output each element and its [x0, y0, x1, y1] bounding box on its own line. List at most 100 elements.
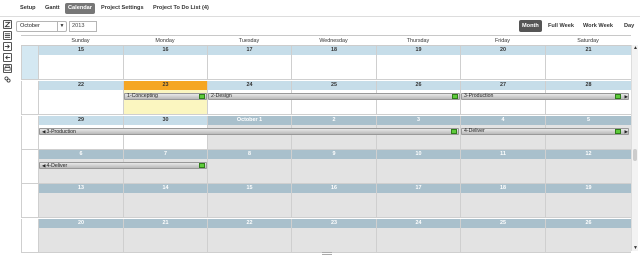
day-number: 2: [292, 116, 376, 125]
day-body[interactable]: [292, 159, 376, 183]
view-day-button[interactable]: Day: [621, 20, 637, 32]
day-body[interactable]: [377, 159, 460, 183]
day-cell[interactable]: 11: [460, 150, 545, 184]
day-cell[interactable]: 22: [38, 81, 123, 115]
printer-icon[interactable]: [3, 64, 12, 73]
day-body[interactable]: [461, 159, 545, 183]
day-cell[interactable]: 12: [545, 150, 631, 184]
day-body[interactable]: [208, 55, 291, 79]
day-cell[interactable]: 8: [207, 150, 291, 184]
day-body[interactable]: [546, 193, 631, 217]
day-body[interactable]: [461, 55, 545, 79]
resize-grip[interactable]: [322, 252, 332, 255]
scroll-down-icon[interactable]: ▼: [632, 245, 639, 251]
event-bar[interactable]: 3-Production ▶: [461, 93, 629, 100]
day-number: 20: [461, 46, 545, 55]
day-body[interactable]: [292, 228, 376, 252]
day-body[interactable]: [39, 55, 123, 79]
chevron-down-icon[interactable]: ▼: [57, 22, 66, 31]
day-body[interactable]: [39, 90, 123, 114]
status-indicator-icon: [452, 94, 458, 99]
day-body[interactable]: [546, 159, 631, 183]
tab-calendar[interactable]: Calendar: [65, 3, 95, 14]
day-cell[interactable]: 20: [38, 219, 123, 253]
day-cell[interactable]: 26: [545, 219, 631, 253]
day-body[interactable]: [124, 55, 207, 79]
export-icon[interactable]: [3, 53, 12, 62]
day-cell[interactable]: 16: [123, 46, 207, 80]
link-icon[interactable]: [3, 75, 12, 84]
day-cell[interactable]: 16: [291, 184, 376, 218]
list-icon[interactable]: [3, 31, 12, 40]
continues-right-icon: ▶: [624, 129, 628, 134]
day-cell[interactable]: 25: [460, 219, 545, 253]
day-cell[interactable]: 21: [123, 219, 207, 253]
view-work-week-button[interactable]: Work Week: [580, 20, 616, 32]
day-cell[interactable]: 19: [376, 46, 460, 80]
day-body[interactable]: [124, 193, 207, 217]
day-body[interactable]: [546, 55, 631, 79]
day-cell[interactable]: 14: [123, 184, 207, 218]
day-cell[interactable]: 10: [376, 150, 460, 184]
week-gutter[interactable]: [21, 219, 38, 253]
day-cell[interactable]: 17: [376, 184, 460, 218]
day-cell[interactable]: 20: [460, 46, 545, 80]
day-body[interactable]: [39, 228, 123, 252]
week-gutter[interactable]: [21, 116, 38, 150]
view-full-week-button[interactable]: Full Week: [545, 20, 577, 32]
event-bar[interactable]: 1-Concepting: [124, 93, 207, 100]
week-gutter[interactable]: [21, 46, 38, 80]
month-select[interactable]: October ▼: [16, 21, 67, 32]
day-cell[interactable]: 17: [207, 46, 291, 80]
day-body[interactable]: [377, 55, 460, 79]
day-body[interactable]: [377, 228, 460, 252]
event-bar[interactable]: ◀3-Production: [39, 128, 459, 135]
weekday-wednesday: Wednesday: [319, 38, 348, 44]
day-number: 22: [208, 219, 291, 228]
day-body[interactable]: [208, 228, 291, 252]
day-cell[interactable]: 19: [545, 184, 631, 218]
event-bar[interactable]: 4-Deliver ▶: [461, 128, 629, 135]
day-body[interactable]: [208, 159, 291, 183]
day-cell[interactable]: 18: [291, 46, 376, 80]
day-number: 30: [124, 116, 207, 125]
tab-gantt[interactable]: Gantt: [42, 3, 63, 14]
day-cell[interactable]: 15: [207, 184, 291, 218]
year-field[interactable]: 2013: [69, 21, 97, 32]
day-number: 18: [461, 184, 545, 193]
day-cell[interactable]: 13: [38, 184, 123, 218]
week-gutter[interactable]: [21, 150, 38, 184]
day-cell[interactable]: 9: [291, 150, 376, 184]
scroll-up-icon[interactable]: ▲: [632, 45, 639, 51]
calendar-z-icon[interactable]: [3, 20, 12, 29]
week-gutter[interactable]: [21, 184, 38, 218]
day-cell[interactable]: 22: [207, 219, 291, 253]
weekday-saturday: Saturday: [577, 38, 599, 44]
week-gutter[interactable]: [21, 81, 38, 115]
tab-setup[interactable]: Setup: [17, 3, 39, 14]
day-cell[interactable]: 24: [376, 219, 460, 253]
day-body[interactable]: [461, 193, 545, 217]
day-number: 27: [461, 81, 545, 90]
day-body[interactable]: [292, 55, 376, 79]
day-cell[interactable]: 21: [545, 46, 631, 80]
day-body[interactable]: [546, 228, 631, 252]
day-body[interactable]: [208, 193, 291, 217]
day-cell[interactable]: 23: [291, 219, 376, 253]
tab-project-todo[interactable]: Project To Do List (4): [150, 3, 212, 14]
day-body[interactable]: [124, 228, 207, 252]
tab-project-settings[interactable]: Project Settings: [98, 3, 147, 14]
day-body[interactable]: [39, 193, 123, 217]
view-month-button[interactable]: Month: [519, 20, 542, 32]
status-indicator-icon: [615, 94, 621, 99]
scroll-thumb[interactable]: [633, 149, 637, 161]
day-body[interactable]: [377, 193, 460, 217]
day-cell[interactable]: 15: [38, 46, 123, 80]
vertical-scrollbar[interactable]: ▲ ▼: [631, 45, 638, 251]
event-bar[interactable]: 2-Design: [208, 93, 460, 100]
event-bar[interactable]: ◀4-Deliver: [39, 162, 207, 169]
day-body[interactable]: [461, 228, 545, 252]
day-cell[interactable]: 18: [460, 184, 545, 218]
import-icon[interactable]: [3, 42, 12, 51]
day-body[interactable]: [292, 193, 376, 217]
